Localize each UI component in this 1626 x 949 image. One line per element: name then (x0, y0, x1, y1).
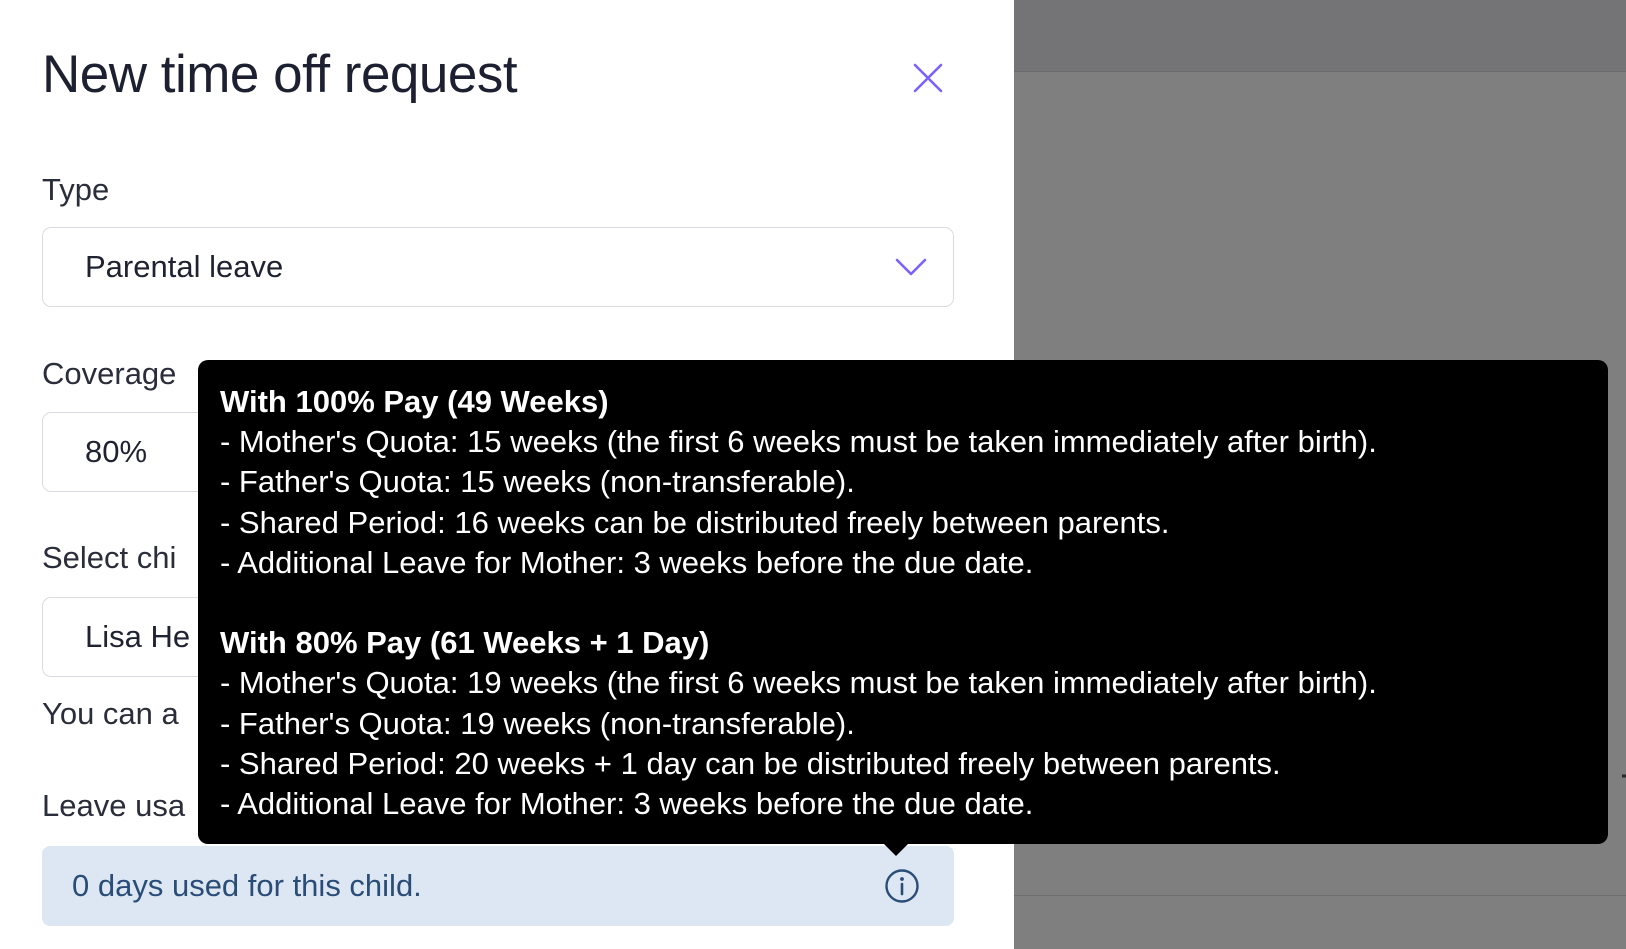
tooltip-line: - Shared Period: 20 weeks + 1 day can be… (220, 745, 1281, 781)
leave-usage-info-box: 0 days used for this child. (42, 846, 954, 926)
tooltip-line: - Mother's Quota: 15 weeks (the first 6 … (220, 424, 1377, 460)
select-child-label: Select chi (42, 540, 177, 575)
child-select-value: Lisa He (85, 619, 191, 654)
info-icon[interactable] (884, 868, 920, 904)
background-header (1014, 0, 1626, 72)
leave-usage-label: Leave usa (42, 788, 186, 823)
tooltip-line: - Father's Quota: 19 weeks (non-transfer… (220, 705, 855, 741)
tooltip-line: - Additional Leave for Mother: 3 weeks b… (220, 544, 1034, 580)
helper-text: You can a (42, 696, 179, 731)
tooltip-arrow (884, 844, 908, 856)
page-title: New time off request (42, 45, 518, 104)
parental-leave-tooltip: With 100% Pay (49 Weeks) - Mother's Quot… (198, 360, 1608, 856)
type-select-value: Parental leave (85, 249, 284, 284)
tooltip-heading-100: With 100% Pay (49 Weeks) (220, 384, 609, 419)
leave-usage-text: 0 days used for this child. (72, 868, 422, 903)
tooltip-line: - Shared Period: 16 weeks can be distrib… (220, 504, 1170, 540)
close-button[interactable] (908, 58, 948, 98)
type-label: Type (42, 172, 110, 207)
tooltip-heading-80: With 80% Pay (61 Weeks + 1 Day) (220, 625, 710, 661)
tooltip-line: - Additional Leave for Mother: 3 weeks b… (220, 786, 1034, 822)
coverage-select-value: 80% (85, 434, 148, 469)
background-partial-icon (1622, 762, 1626, 790)
close-icon (913, 63, 943, 93)
chevron-down-icon (895, 258, 927, 276)
tooltip-line: - Father's Quota: 15 weeks (non-transfer… (220, 464, 855, 500)
type-select[interactable]: Parental leave (42, 227, 954, 307)
tooltip-line: - Mother's Quota: 19 weeks (the first 6 … (220, 665, 1377, 701)
coverage-label: Coverage (42, 356, 177, 391)
background-divider (1014, 895, 1626, 896)
tooltip-spacer (220, 583, 1608, 623)
